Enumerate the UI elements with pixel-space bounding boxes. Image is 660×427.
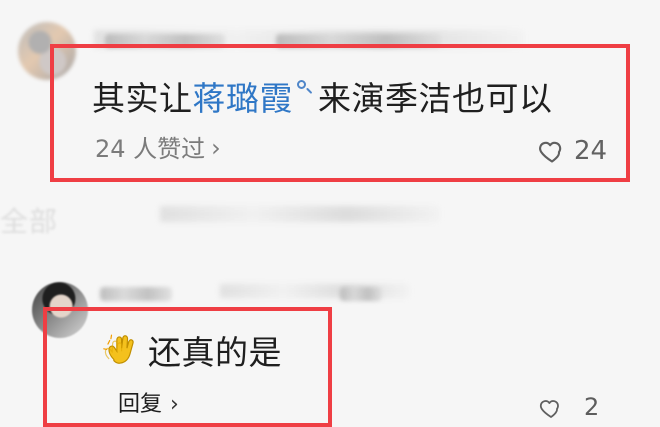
chevron-right-icon: › (211, 134, 221, 162)
like-count: 24 (574, 136, 608, 166)
heart-icon (539, 141, 562, 163)
comment-text-prefix: 其实让 (92, 78, 193, 118)
blurred-divider-strip (160, 206, 440, 222)
search-icon[interactable] (296, 79, 313, 96)
clapping-hands-icon (103, 334, 134, 364)
actor-name-link[interactable]: 蒋璐霞 (193, 79, 294, 118)
comment-text-suffix: 来演季洁也可以 (318, 78, 553, 118)
section-ghost-label: 全部 (0, 205, 59, 238)
comment-text: 还真的是 (148, 333, 282, 372)
liked-by-text: 24 人赞过 (95, 135, 206, 163)
comment-text: 其实让蒋璐霞 来演季洁也可以 (92, 79, 553, 115)
reply-button[interactable]: 回复 › (118, 394, 179, 416)
like-count: 2 (584, 393, 600, 421)
chevron-right-icon: › (170, 392, 179, 417)
like-button[interactable]: 24 (538, 136, 607, 166)
username-blur (100, 287, 172, 301)
reply-label: 回复 (118, 392, 163, 417)
heart-icon[interactable] (539, 396, 563, 420)
username-blur (340, 287, 382, 301)
liked-by-link[interactable]: 24 人赞过 › (95, 134, 221, 163)
